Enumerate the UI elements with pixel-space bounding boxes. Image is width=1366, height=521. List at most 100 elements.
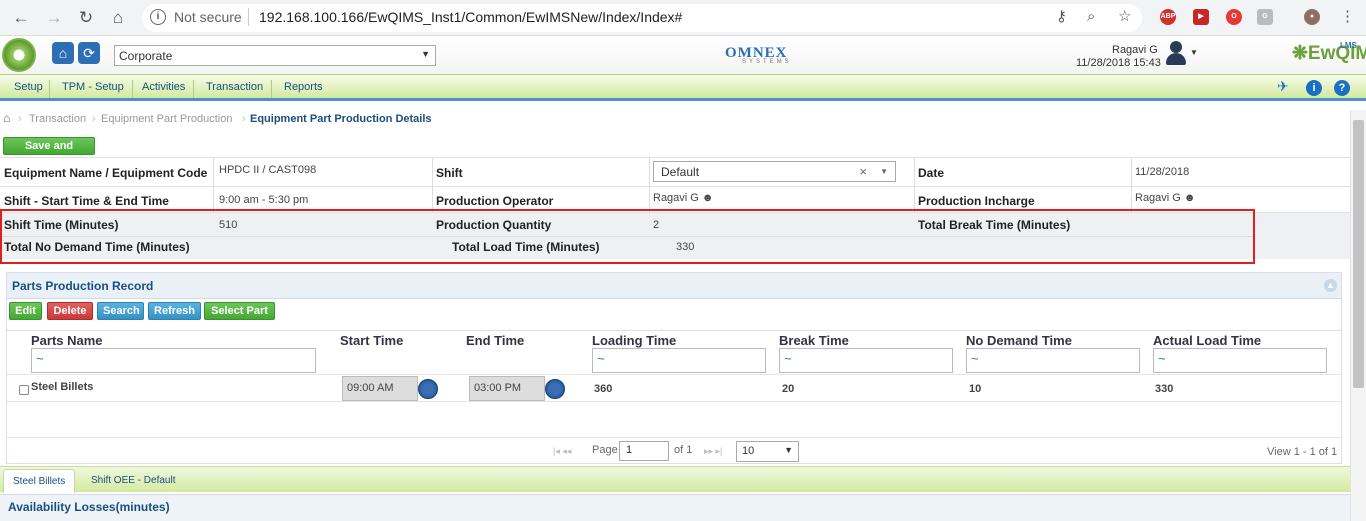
shift-select[interactable]: Default × ▼ bbox=[653, 161, 896, 182]
menu-item-transaction[interactable]: Transaction bbox=[204, 80, 273, 98]
incharge-label: Production Incharge bbox=[918, 194, 1035, 208]
page-input[interactable]: 1 bbox=[619, 441, 669, 461]
info-circle-icon[interactable]: i bbox=[1306, 80, 1322, 96]
refresh-button[interactable]: Refresh bbox=[148, 302, 201, 320]
user-menu-chevron-icon[interactable]: ▼ bbox=[1190, 48, 1198, 57]
chevron-down-icon: ▼ bbox=[784, 445, 793, 455]
not-secure-label: Not secure bbox=[174, 9, 242, 25]
breadcrumb-separator-icon: › bbox=[92, 113, 96, 125]
last-page-icon[interactable]: ▸▸ ▸| bbox=[704, 446, 722, 457]
column-divider bbox=[213, 157, 214, 213]
select-part-button[interactable]: Select Part bbox=[204, 302, 275, 320]
incharge-value: Ragavi G ☻ bbox=[1135, 192, 1196, 204]
key-icon[interactable]: ⚷ bbox=[1056, 9, 1067, 25]
panel-title: Parts Production Record bbox=[12, 279, 154, 293]
column-header-parts-name[interactable]: Parts Name bbox=[31, 333, 103, 348]
zoom-icon[interactable]: ⌕ bbox=[1087, 9, 1095, 25]
opera-extension-icon[interactable]: O bbox=[1226, 9, 1242, 25]
breadcrumb-current: Equipment Part Production Details bbox=[250, 113, 432, 125]
breadcrumb-transaction[interactable]: Transaction bbox=[29, 113, 86, 125]
help-icon[interactable]: ? bbox=[1334, 80, 1350, 96]
row-checkbox[interactable] bbox=[19, 385, 29, 395]
adblock-extension-icon[interactable]: ABP bbox=[1160, 9, 1176, 25]
filter-break-time[interactable]: ~ bbox=[779, 348, 953, 373]
date-value: 11/28/2018 bbox=[1135, 166, 1190, 178]
bookmark-star-icon[interactable]: ☆ bbox=[1118, 9, 1131, 25]
edit-button[interactable]: Edit bbox=[9, 302, 42, 320]
avatar[interactable] bbox=[1164, 40, 1188, 66]
clock-icon[interactable] bbox=[418, 379, 438, 399]
equipment-label: Equipment Name / Equipment Code bbox=[4, 166, 208, 180]
column-header-actual-load-time[interactable]: Actual Load Time bbox=[1153, 333, 1261, 348]
breadcrumb-equipment-part-production[interactable]: Equipment Part Production bbox=[101, 113, 232, 125]
menu-item-tpm-setup[interactable]: TPM - Setup bbox=[60, 80, 133, 98]
collapse-icon[interactable]: ▲ bbox=[1324, 279, 1337, 292]
app-logo-icon bbox=[2, 38, 36, 72]
column-header-end-time[interactable]: End Time bbox=[466, 333, 524, 348]
filter-parts-name[interactable]: ~ bbox=[31, 348, 316, 373]
cell-break-time: 20 bbox=[782, 383, 795, 395]
menu-item-activities[interactable]: Activities bbox=[140, 80, 195, 98]
home-button-icon[interactable]: ⌂ bbox=[52, 42, 74, 64]
reload-icon[interactable]: ↻ bbox=[75, 7, 97, 29]
url-divider bbox=[248, 8, 249, 26]
delete-button[interactable]: Delete bbox=[47, 302, 93, 320]
filter-no-demand-time[interactable]: ~ bbox=[966, 348, 1140, 373]
save-and-submit-button[interactable]: Save and Submit bbox=[3, 137, 95, 169]
filter-actual-load-time[interactable]: ~ bbox=[1153, 348, 1327, 373]
extension-icon[interactable]: ▶ bbox=[1193, 9, 1209, 25]
clock-icon[interactable] bbox=[545, 379, 565, 399]
page-size-select[interactable]: 10 ▼ bbox=[736, 441, 799, 462]
profile-icon[interactable]: ● bbox=[1304, 9, 1320, 25]
table-row[interactable] bbox=[7, 374, 1341, 402]
url-text[interactable]: 192.168.100.166/EwQIMS_Inst1/Common/EwIM… bbox=[259, 9, 682, 25]
cell-loading-time: 360 bbox=[594, 383, 613, 395]
panel-header: Parts Production Record ▲ bbox=[7, 273, 1341, 299]
tab-strip: Steel Billets Shift OEE - Default bbox=[0, 466, 1350, 493]
user-icon: ☻ bbox=[701, 192, 714, 204]
browser-toolbar: ← → ↻ ⌂ i Not secure 192.168.100.166/EwQ… bbox=[0, 0, 1366, 36]
cell-part-name: Steel Billets bbox=[31, 381, 94, 393]
user-icon: ☻ bbox=[1183, 192, 1196, 204]
column-divider bbox=[649, 157, 650, 213]
operator-label: Production Operator bbox=[436, 194, 554, 208]
clear-icon[interactable]: × bbox=[859, 164, 867, 179]
operator-name: Ragavi G bbox=[653, 192, 699, 204]
equipment-value: HPDC II / CAST098 bbox=[219, 164, 317, 176]
tab-steel-billets[interactable]: Steel Billets bbox=[3, 469, 76, 493]
info-icon[interactable]: i bbox=[150, 9, 166, 25]
breadcrumb: ⌂ › Transaction › Equipment Part Product… bbox=[0, 109, 1350, 129]
product-logo-text: EwQIMS bbox=[1307, 43, 1366, 64]
refresh-button-icon[interactable]: ⟳ bbox=[78, 42, 100, 64]
back-icon[interactable]: ← bbox=[10, 7, 32, 29]
filter-loading-time[interactable]: ~ bbox=[592, 348, 766, 373]
pin-icon[interactable]: ✈ bbox=[1277, 78, 1289, 95]
column-header-no-demand-time[interactable]: No Demand Time bbox=[966, 333, 1072, 348]
breadcrumb-home-icon[interactable]: ⌂ bbox=[3, 111, 10, 125]
page-size-value: 10 bbox=[742, 445, 755, 457]
shift-time-label: Shift - Start Time & End Time bbox=[4, 194, 169, 208]
column-header-loading-time[interactable]: Loading Time bbox=[592, 333, 676, 348]
column-header-start-time[interactable]: Start Time bbox=[340, 333, 403, 348]
user-name: Ragavi G bbox=[1112, 44, 1158, 56]
scrollbar-thumb[interactable] bbox=[1353, 120, 1364, 388]
organization-select[interactable]: Corporate ▼ bbox=[114, 45, 436, 66]
column-header-break-time[interactable]: Break Time bbox=[779, 333, 849, 348]
menu-item-setup[interactable]: Setup bbox=[12, 80, 50, 98]
search-button[interactable]: Search bbox=[97, 302, 144, 320]
pager-divider bbox=[7, 437, 1341, 438]
forward-icon[interactable]: → bbox=[43, 7, 65, 29]
end-time-input[interactable]: 03:00 PM bbox=[469, 376, 545, 401]
shift-time-value: 9:00 am - 5:30 pm bbox=[219, 194, 309, 206]
home-icon[interactable]: ⌂ bbox=[107, 7, 129, 29]
first-page-icon[interactable]: |◂ ◂◂ bbox=[553, 446, 571, 457]
tab-shift-oee[interactable]: Shift OEE - Default bbox=[82, 469, 184, 493]
page-scrollbar[interactable] bbox=[1350, 110, 1366, 521]
menu-item-reports[interactable]: Reports bbox=[282, 80, 325, 98]
start-time-input[interactable]: 09:00 AM bbox=[342, 376, 418, 401]
g-extension-icon[interactable]: G bbox=[1257, 9, 1273, 25]
date-label: Date bbox=[918, 166, 945, 180]
operator-value: Ragavi G ☻ bbox=[653, 192, 714, 204]
highlight-box bbox=[0, 209, 1255, 264]
menu-kebab-icon[interactable]: ⋮ bbox=[1340, 9, 1355, 25]
